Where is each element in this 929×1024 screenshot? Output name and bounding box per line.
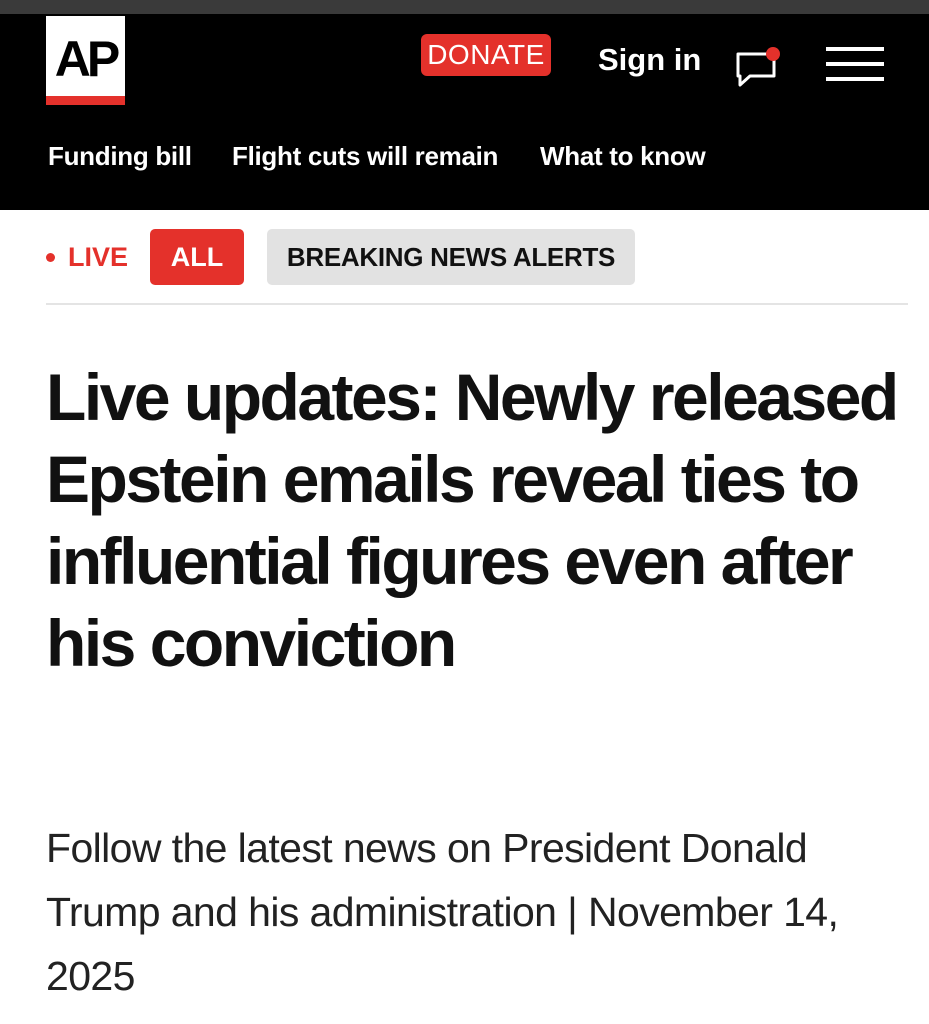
- logo-red-bar: [46, 96, 125, 105]
- subnav-item-flight-cuts[interactable]: Flight cuts will remain: [232, 136, 498, 176]
- filter-breaking-news-button[interactable]: BREAKING NEWS ALERTS: [267, 229, 635, 285]
- subnav-item-what-to-know[interactable]: What to know: [540, 136, 706, 176]
- topic-subnav: Funding bill Flight cuts will remain Wha…: [0, 136, 929, 176]
- filter-all-button[interactable]: ALL: [150, 229, 244, 285]
- chat-bubble-notification-icon[interactable]: [732, 44, 784, 88]
- sign-in-link[interactable]: Sign in: [598, 40, 701, 80]
- hamburger-menu-icon[interactable]: [826, 46, 884, 82]
- status-strip: [0, 0, 929, 14]
- site-header: AP DONATE Sign in Funding bill Flight cu…: [0, 14, 929, 210]
- ap-logo[interactable]: AP: [46, 16, 125, 105]
- article-headline: Live updates: Newly released Epstein ema…: [46, 360, 899, 680]
- logo-text: AP: [54, 31, 120, 87]
- donate-button[interactable]: DONATE: [421, 34, 551, 76]
- live-label: LIVE: [68, 242, 129, 272]
- article-summary: Follow the latest news on President Dona…: [46, 825, 839, 999]
- section-divider: [46, 303, 908, 305]
- live-filter-row: LIVE ALL BREAKING NEWS ALERTS: [0, 229, 929, 285]
- subnav-item-funding-bill[interactable]: Funding bill: [48, 136, 192, 176]
- live-dot-icon: [46, 253, 55, 262]
